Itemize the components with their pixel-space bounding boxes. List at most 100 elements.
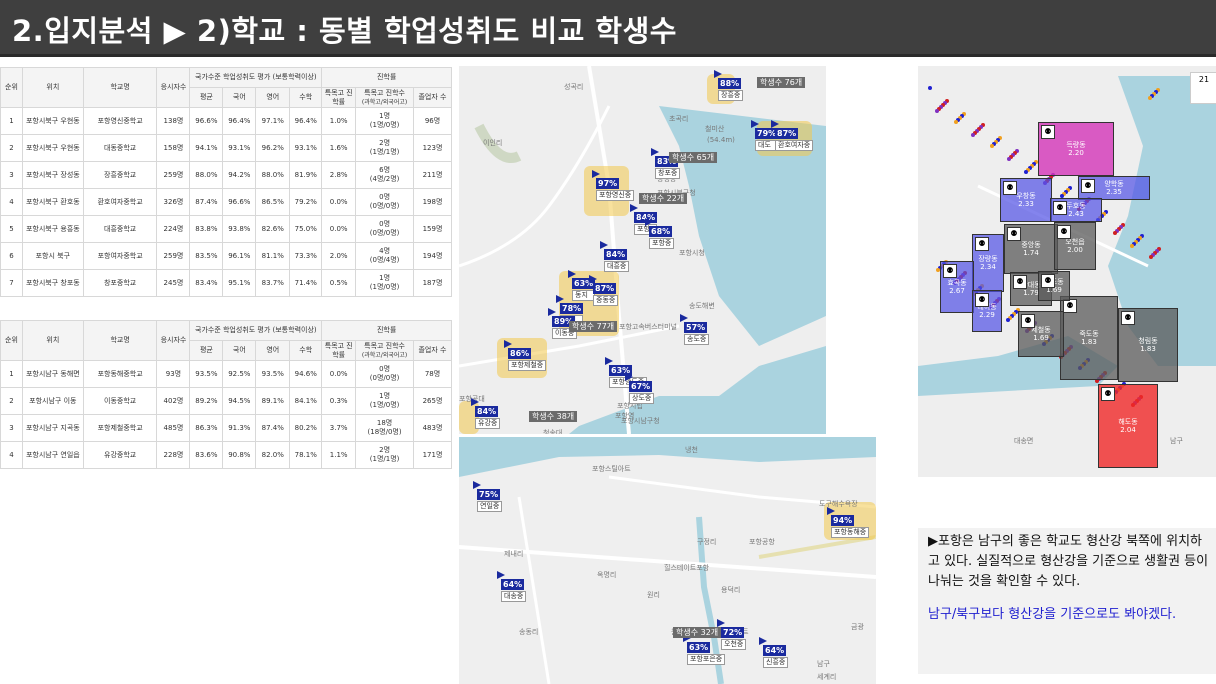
district-zone[interactable]: 양학동 2.35 ⚉ (1078, 176, 1150, 200)
map-south[interactable]: 포항스틸아트 냉천 도구해수욕장 구정리 제내리 포항공항 옥명리 원리 힐스테이트포항 용덕리 송… (459, 437, 876, 684)
district-zone[interactable]: 두호동 2.43 ⚉ (1050, 198, 1102, 222)
district-zone[interactable]: 청림동 1.83 ⚉ (1118, 308, 1178, 382)
school-marker[interactable]: 64% 대송중 (497, 571, 527, 602)
place-label: 금광 (851, 623, 864, 631)
district-zone[interactable]: 죽도동 1.83 ⚉ (1060, 296, 1118, 380)
school-marker[interactable]: 97% 포항영신중 (592, 170, 635, 201)
special-count-cell: 1명 (1명/0명) (355, 387, 414, 415)
district-zone[interactable]: 해도동 2.04 ⚉ (1098, 384, 1158, 468)
school-name-label: 송도중 (684, 334, 710, 345)
district-label: 죽도동 1.83 (1079, 330, 1099, 346)
family-icon: ⚉ (1021, 314, 1035, 328)
english-cell: 86.5% (255, 188, 291, 216)
school-cell: 장흥중학교 (82, 161, 158, 189)
school-marker[interactable]: 84% 유강중 (471, 398, 501, 429)
school-marker[interactable]: 87% 환호여자중 (771, 120, 814, 151)
data-dot (1113, 231, 1117, 235)
place-label: 구정리 (697, 538, 717, 546)
col-special-count: 특목고 진학수 (과학고/외국어고) (355, 340, 414, 361)
achievement-pct: 63% (687, 642, 711, 653)
examinees-cell: 224명 (156, 215, 191, 243)
school-marker[interactable]: 75% 연일중 (473, 481, 503, 512)
map-zones[interactable]: 득량동 2.20 ⚉ 우창동 2.33 ⚉ 양학동 2.35 ⚉ 두호동 2.43 ⚉ 장량동 2.34 ⚉… (918, 66, 1216, 477)
analysis-note: ▶포항은 남구의 좋은 학교도 형산강 북쪽에 위치하고 있다. 실질적으로 형… (918, 528, 1216, 674)
english-cell: 97.1% (255, 107, 291, 135)
col-location: 위치 (21, 67, 84, 108)
achievement-pct: 94% (831, 515, 855, 526)
avg-cell: 83.6% (189, 441, 224, 469)
col-math: 수학 (289, 87, 323, 108)
place-label: 초곡리 (669, 115, 689, 123)
map-level-control[interactable]: 21 (1190, 72, 1216, 104)
avg-cell: 89.2% (189, 387, 224, 415)
avg-cell: 83.4% (189, 269, 224, 297)
korean-cell: 96.1% (222, 242, 257, 270)
school-marker[interactable]: 63% 포항포은중 (683, 634, 726, 665)
table-row: 4 포항시남구 연일읍 유강중학교 228명 83.6% 90.8% 82.0% 78.1% 1… (0, 441, 453, 469)
grads-cell: 483명 (412, 414, 453, 442)
table-row: 1 포항시남구 동해면 포항동해중학교 93명 93.5% 92.5% 93.5% 94.6%… (0, 360, 453, 388)
col-location: 위치 (21, 320, 84, 361)
special-count-cell: 4명 (0명/4명) (355, 242, 414, 270)
school-table-south: 순위 위치 학교명 응시자수 국가수준 학업성취도 평가 (보통학력이상) 진학… (0, 320, 453, 469)
school-marker[interactable]: 87% 중동중 (589, 275, 619, 306)
col-school: 학교명 (82, 67, 158, 108)
korean-cell: 95.1% (222, 269, 257, 297)
school-marker[interactable]: 57% 송도중 (680, 314, 710, 345)
rank-cell: 6 (0, 242, 23, 270)
school-name-label: 신흥중 (763, 657, 789, 668)
district-zone[interactable]: 득량동 2.20 ⚉ (1038, 122, 1114, 176)
school-name-label: 동지 (572, 290, 596, 301)
map-north[interactable]: 성곡리이인리초곡리장성동포항시북구청철미산포항시청포항고속버스터미널송도해변포항… (459, 66, 826, 434)
school-name-label: 창포중 (655, 168, 681, 179)
math-cell: 80.2% (289, 414, 323, 442)
rank-cell: 2 (0, 387, 23, 415)
district-zone[interactable]: 제철동 1.69 ⚉ (1018, 311, 1064, 357)
school-cell: 환호여자중학교 (82, 188, 158, 216)
district-zone[interactable]: 장량동 2.34 ⚉ (972, 234, 1004, 292)
math-cell: 73.3% (289, 242, 323, 270)
district-zone[interactable]: 오천읍 2.00 ⚉ (1054, 222, 1096, 270)
grads-cell: 194명 (412, 242, 453, 270)
family-icon: ⚉ (1007, 227, 1021, 241)
school-marker[interactable]: 64% 신흥중 (759, 637, 789, 668)
district-zone[interactable]: 우창동 2.33 ⚉ (1000, 178, 1052, 222)
col-grads: 졸업자 수 (412, 340, 453, 361)
achievement-pct: 72% (721, 627, 745, 638)
grads-cell: 211명 (412, 161, 453, 189)
place-label: 옥명리 (597, 571, 617, 579)
district-zone[interactable]: 송도동1.69⚉ (1038, 271, 1070, 301)
district-zone[interactable]: 대이동 2.29 ⚉ (972, 290, 1002, 332)
achievement-pct: 87% (593, 283, 617, 294)
grads-cell: 78명 (412, 360, 453, 388)
math-cell: 96.4% (289, 107, 323, 135)
special-count-cell: 0명 (0명/0명) (355, 188, 414, 216)
achievement-pct: 86% (508, 348, 532, 359)
avg-cell: 87.4% (189, 188, 224, 216)
grads-cell: 265명 (412, 387, 453, 415)
avg-cell: 86.3% (189, 414, 224, 442)
rank-cell: 1 (0, 360, 23, 388)
korean-cell: 91.3% (222, 414, 257, 442)
school-name-label: 포항중 (649, 238, 675, 249)
english-cell: 89.1% (255, 387, 291, 415)
examinees-cell: 485명 (156, 414, 191, 442)
place-label: 힐스테이트포항 (664, 564, 710, 572)
school-marker[interactable]: 86% 포항제철중 (504, 340, 547, 371)
col-english: 영어 (255, 87, 291, 108)
school-marker[interactable]: 67% 상도중 (625, 373, 655, 404)
achievement-pct: 84% (475, 406, 499, 417)
korean-cell: 90.8% (222, 441, 257, 469)
col-english: 영어 (255, 340, 291, 361)
school-marker[interactable]: 88% 장흥중 (714, 70, 744, 101)
school-marker[interactable]: 94% 포항동해중 (827, 507, 870, 538)
district-zone[interactable]: 효곡동 2.67 ⚉ (940, 261, 974, 313)
place-label: 포항시청 (679, 249, 705, 257)
district-zone[interactable]: 중앙동 1.74 ⚉ (1004, 224, 1058, 274)
school-cell: 포항여자중학교 (82, 242, 158, 270)
family-icon: ⚉ (1053, 201, 1067, 215)
school-marker[interactable]: 68% 포항중 (645, 218, 675, 249)
avg-cell: 83.8% (189, 215, 224, 243)
school-cell: 창포중학교 (82, 269, 158, 297)
school-marker[interactable]: 84% 대흥중 (600, 241, 630, 272)
